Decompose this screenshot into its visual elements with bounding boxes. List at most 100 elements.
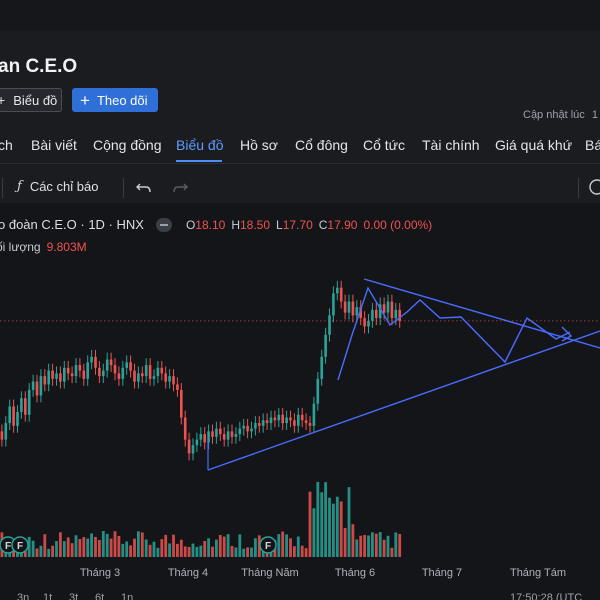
volume-bar (59, 532, 62, 557)
tab-shareholders[interactable]: Cổ đông (295, 137, 348, 153)
volume-bar (203, 540, 207, 557)
volume-bar (281, 531, 285, 557)
volume-bar (238, 534, 242, 557)
candle-body (8, 406, 11, 424)
redo-icon[interactable] (169, 176, 191, 198)
tab-articles[interactable]: Bài viết (31, 137, 77, 153)
volume-bar (152, 541, 156, 557)
tab-financials[interactable]: Tài chính (422, 137, 480, 153)
volume-bar (98, 539, 101, 557)
candle-body (109, 359, 113, 366)
low-label: L (276, 217, 283, 232)
candle-body (164, 373, 167, 382)
volume-bar (335, 496, 339, 557)
candle-body (258, 423, 261, 426)
tab-report[interactable]: Bá (585, 137, 600, 153)
volume-bar (293, 546, 296, 557)
volume-bar (289, 538, 292, 557)
undo-icon[interactable] (133, 176, 155, 198)
candle-body (55, 373, 58, 379)
volume-bar (394, 532, 398, 557)
range-1m[interactable]: 1t (43, 592, 52, 600)
volume-bar (359, 535, 363, 557)
toolbar-divider (2, 178, 3, 198)
volume-bar (226, 534, 230, 557)
follow-button[interactable]: + Theo dõi (72, 88, 158, 112)
candle-body (382, 304, 386, 313)
volume-bar (246, 547, 249, 557)
volume-bar (47, 548, 51, 557)
candle-body (39, 376, 43, 396)
candle-body (328, 315, 331, 335)
volume-bar (51, 545, 54, 557)
volume-bar (55, 541, 58, 557)
volume-bar (207, 538, 210, 557)
volume-bar (250, 547, 253, 557)
price-chart[interactable]: F F FTháng 3 Tháng 4 Tháng Năm Tháng 6 Tháng 7… (0, 203, 600, 600)
candle-body (316, 378, 320, 404)
candle-body (31, 381, 35, 390)
volume-bar (328, 497, 331, 557)
volume-bar (347, 487, 351, 557)
candle-body (86, 362, 89, 379)
tab-chart[interactable]: Biểu đồ (176, 137, 223, 153)
candle-body (308, 423, 312, 426)
close-value: 17.90 (327, 217, 358, 232)
chart-legend: o đoàn C.E.O · 1D · HNX O18.10 H18.50 L1… (0, 217, 432, 232)
volume-bar (172, 534, 175, 557)
candle-body (394, 309, 398, 319)
range-3m[interactable]: 3t (69, 592, 78, 600)
candle-body (168, 376, 171, 382)
volume-bar (183, 546, 187, 557)
volume-bar (367, 535, 370, 557)
volume-bar (121, 543, 125, 557)
candle-body (390, 301, 394, 319)
tab-profile[interactable]: Hồ sơ (240, 137, 278, 153)
volume-bar (320, 492, 324, 557)
candle-body (129, 362, 132, 371)
candle-body (82, 370, 86, 379)
volume-bar (374, 533, 378, 557)
candle-body (300, 414, 304, 421)
candle-body (222, 434, 226, 440)
candle-body (386, 301, 390, 313)
candle-body (343, 301, 347, 313)
tab-community[interactable]: Cộng đồng (93, 137, 162, 153)
chart-toolbar: ƒ Các chỉ báo (0, 172, 600, 202)
candle-body (363, 318, 366, 327)
candle-body (332, 293, 335, 316)
candle-body (203, 434, 206, 443)
clock-icon[interactable] (586, 176, 600, 198)
tab-price-history[interactable]: Giá quá khứ (495, 137, 572, 153)
change-value: 0.00 (0.00%) (363, 217, 433, 232)
candle-body (70, 373, 74, 377)
indicators-button[interactable]: ƒ Các chỉ báo (17, 179, 98, 194)
volume-bar (168, 543, 171, 557)
volume-bar (390, 547, 394, 557)
low-value: 17.70 (282, 217, 313, 232)
volume-value: 9.803M (46, 240, 87, 254)
volume-bar (222, 536, 226, 557)
range-6m[interactable]: 6t (95, 592, 104, 600)
candle-body (94, 356, 97, 368)
chart-button[interactable]: + Biểu đồ (0, 88, 62, 112)
range-1y[interactable]: 1n (121, 592, 133, 600)
candle-body (211, 431, 214, 437)
candle-body (27, 389, 31, 415)
company-title: an C.E.O (0, 56, 78, 77)
tab-dividends[interactable]: Cổ tức (363, 137, 405, 153)
tab-news[interactable]: ch (0, 137, 13, 153)
candle-body (148, 365, 152, 379)
candle-body (125, 362, 128, 368)
collapse-legend-icon[interactable] (155, 217, 172, 232)
volume-bar (101, 531, 105, 557)
volume-bar (113, 531, 117, 557)
candle-body (254, 423, 257, 429)
candle-body (289, 417, 292, 421)
range-3d[interactable]: 3n (17, 592, 29, 600)
volume-bar (148, 544, 152, 557)
updated-label: Cập nhật lúc (523, 109, 585, 121)
candle-body (347, 301, 351, 313)
candle-body (0, 431, 4, 440)
event-marker-label: F (265, 541, 271, 552)
